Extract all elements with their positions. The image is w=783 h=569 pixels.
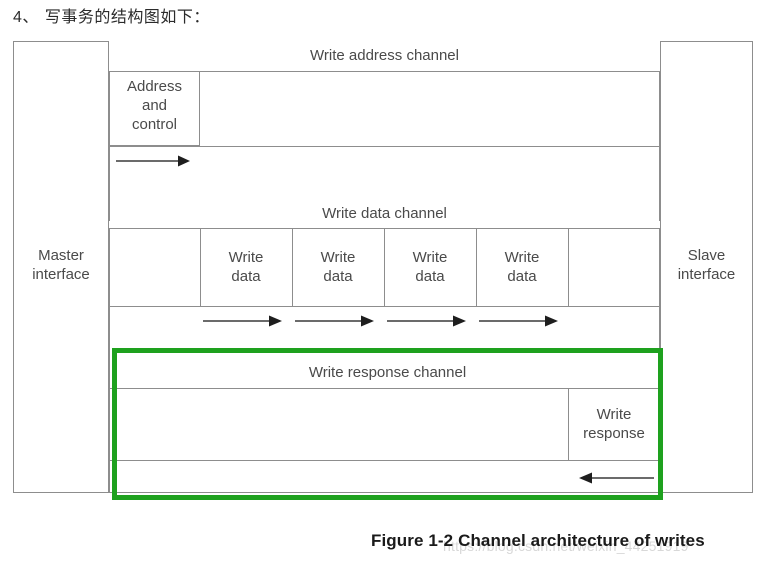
write-data-arrow-3-right-icon — [387, 315, 466, 327]
write-data-cell-1-label: Write data — [200, 248, 292, 286]
data-row-right-rail — [659, 228, 660, 306]
write-response-channel-highlight — [112, 348, 663, 500]
address-and-control-line3: control — [131, 116, 178, 133]
data-cell-divider-5 — [568, 228, 569, 306]
data-arrow-row-right-rail — [659, 306, 660, 348]
write-data-channel-title: Write data channel — [322, 205, 447, 222]
write-data-cell-1-line2: data — [231, 268, 261, 285]
master-interface-label-line1: Master — [38, 247, 84, 264]
data-arrow-row-left-rail — [109, 306, 110, 348]
write-data-cell-2-line1: Write — [320, 249, 356, 266]
write-data-cell-4-label: Write data — [476, 248, 568, 286]
write-data-cell-2-label: Write data — [292, 248, 384, 286]
write-data-cell-1-line1: Write — [228, 249, 264, 266]
write-address-channel-title: Write address channel — [310, 47, 459, 64]
address-channel-right-rail — [659, 71, 660, 146]
master-interface-label-line2: interface — [32, 266, 90, 283]
data-row-left-rail — [109, 228, 110, 306]
slave-interface-label-line1: Slave — [687, 247, 726, 264]
write-data-cell-3-line2: data — [415, 268, 445, 285]
address-and-control-line2: and — [141, 97, 168, 114]
write-address-arrow-right-icon — [116, 155, 190, 167]
slave-interface-label-line2: interface — [677, 266, 736, 283]
response-cell-row-left-rail — [109, 388, 110, 460]
write-data-arrow-2-right-icon — [295, 315, 374, 327]
write-data-cell-2-line2: data — [323, 268, 353, 285]
address-and-control-label: Address and control — [109, 77, 200, 134]
write-data-arrow-1-right-icon — [203, 315, 282, 327]
address-and-control-line1: Address — [126, 78, 183, 95]
write-data-cell-3-label: Write data — [384, 248, 476, 286]
response-row-left-rail — [109, 348, 110, 388]
write-data-cell-4-line2: data — [507, 268, 537, 285]
write-data-arrow-4-right-icon — [479, 315, 558, 327]
figure-caption: Figure 1-2 Channel architecture of write… — [371, 531, 705, 550]
slave-interface-label: Slave interface — [660, 246, 753, 284]
master-interface-label: Master interface — [13, 246, 109, 284]
channel-architecture-figure: Master interface Slave interface Write a… — [0, 0, 783, 569]
data-row-bottom-separator — [109, 306, 660, 307]
address-channel-bottom-separator — [109, 146, 660, 147]
write-data-cell-3-line1: Write — [412, 249, 448, 266]
write-data-cell-4-line1: Write — [504, 249, 540, 266]
response-arrow-row-left-rail — [109, 460, 110, 493]
